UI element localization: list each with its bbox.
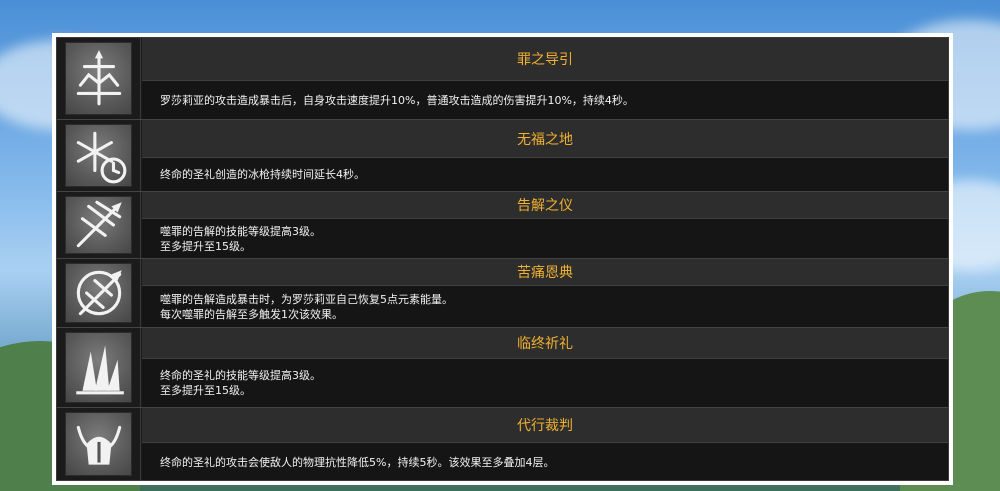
horned-helm-icon — [65, 412, 132, 476]
ice-spikes-icon — [65, 332, 132, 403]
talent-name: 无福之地 — [142, 120, 948, 158]
talent-name: 罪之导引 — [142, 38, 948, 81]
talent-description: 终命的圣礼的攻击会使敌人的物理抗性降低5%，持续5秒。该效果至多叠加4层。 — [142, 444, 948, 480]
talent-row: 代行裁判 终命的圣礼的攻击会使敌人的物理抗性降低5%，持续5秒。该效果至多叠加4… — [57, 408, 948, 480]
spear-burst-icon — [65, 196, 132, 254]
talent-row: 无福之地 终命的圣礼创造的冰枪持续时间延长4秒。 — [57, 120, 948, 192]
snowflake-clock-icon — [65, 124, 132, 187]
talent-frame: 罪之导引 罗莎莉亚的攻击造成暴击后，自身攻击速度提升10%，普通攻击造成的伤害提… — [52, 33, 953, 485]
talent-description: 噬罪的告解造成暴击时，为罗莎莉亚自己恢复5点元素能量。 每次噬罪的告解至多触发1… — [142, 286, 948, 327]
talent-description: 罗莎莉亚的攻击造成暴击后，自身攻击速度提升10%，普通攻击造成的伤害提升10%，… — [142, 81, 948, 119]
talent-row: 苦痛恩典 噬罪的告解造成暴击时，为罗莎莉亚自己恢复5点元素能量。 每次噬罪的告解… — [57, 259, 948, 328]
talent-name: 苦痛恩典 — [142, 259, 948, 286]
talent-name: 临终祈礼 — [142, 328, 948, 359]
talent-table: 罪之导引 罗莎莉亚的攻击造成暴击后，自身攻击速度提升10%，普通攻击造成的伤害提… — [56, 37, 949, 481]
talent-description: 终命的圣礼的技能等级提高3级。 至多提升至15级。 — [142, 359, 948, 407]
talent-row: 罪之导引 罗莎莉亚的攻击造成暴击后，自身攻击速度提升10%，普通攻击造成的伤害提… — [57, 38, 948, 120]
talent-description: 噬罪的告解的技能等级提高3级。 至多提升至15级。 — [142, 219, 948, 258]
talent-name: 告解之仪 — [142, 192, 948, 219]
cross-crown-icon — [65, 42, 132, 115]
talent-description: 终命的圣礼创造的冰枪持续时间延长4秒。 — [142, 158, 948, 191]
spear-ring-icon — [65, 263, 132, 323]
talent-row: 告解之仪 噬罪的告解的技能等级提高3级。 至多提升至15级。 — [57, 192, 948, 259]
talent-name: 代行裁判 — [142, 408, 948, 443]
talent-row: 临终祈礼 终命的圣礼的技能等级提高3级。 至多提升至15级。 — [57, 328, 948, 408]
